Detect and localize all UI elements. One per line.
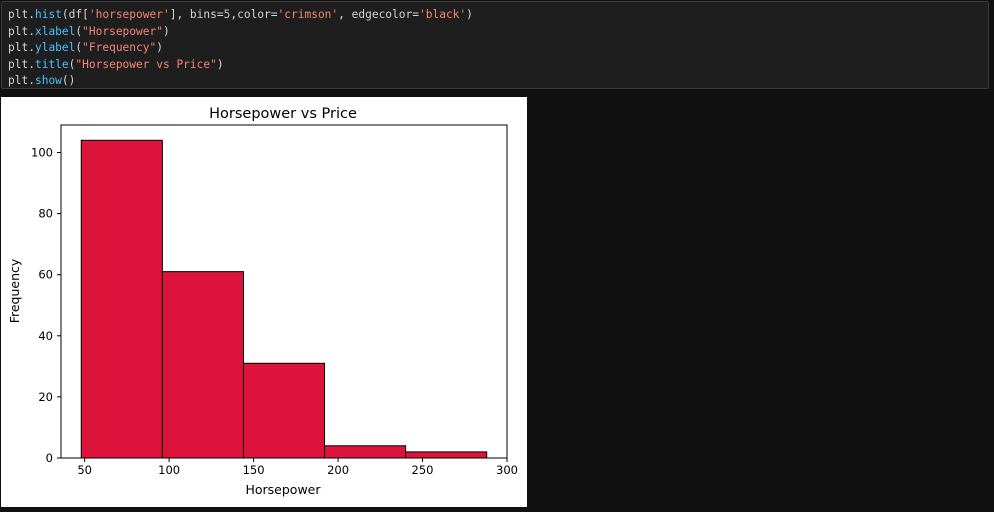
x-ticks: 50 100 150 200 250 300 <box>77 458 518 477</box>
y-tick-label: 80 <box>38 207 53 221</box>
x-tick-label: 100 <box>158 463 180 477</box>
code-token: ,color <box>230 8 271 21</box>
code-token: . <box>28 41 35 55</box>
code-token: ylabel <box>34 41 76 55</box>
x-tick-label: 250 <box>412 463 434 477</box>
code-cell[interactable]: plt.hist(df['horsepower'], bins=5,color=… <box>1 1 989 89</box>
y-tick-label: 40 <box>38 329 53 343</box>
code-line: plt.title("Horsepower vs Price") <box>8 57 982 74</box>
code-token: (df[ <box>61 8 89 21</box>
code-editor[interactable]: plt.hist(df['horsepower'], bins=5,color=… <box>8 7 982 90</box>
code-token: 'black' <box>419 8 467 21</box>
code-token: ) <box>216 57 224 71</box>
y-tick-label: 0 <box>46 451 53 465</box>
x-tick-label: 300 <box>496 463 518 477</box>
code-line: plt.xlabel("Horsepower") <box>8 24 982 41</box>
code-token: "Horsepower" <box>82 24 163 38</box>
code-line: plt.show() <box>8 73 982 90</box>
code-token: title <box>34 57 69 71</box>
histogram-bar <box>242 362 326 459</box>
code-token: show <box>34 74 62 88</box>
code-token: xlabel <box>34 24 76 38</box>
histogram-bar <box>80 139 163 459</box>
code-token: plt <box>8 41 29 55</box>
code-token: 'crimson' <box>277 8 339 21</box>
x-tick-label: 50 <box>77 463 92 477</box>
code-token: plt <box>8 74 29 88</box>
code-token: , edgecolor <box>338 8 413 21</box>
histogram-chart: Horsepower vs Price 50 100 150 200 250 300 0 2… <box>7 106 518 497</box>
code-token: . <box>28 8 35 21</box>
code-token: hist <box>34 8 62 21</box>
chart-title: Horsepower vs Price <box>209 106 357 122</box>
histogram-bar <box>161 271 244 459</box>
output-area: Horsepower vs Price 50 100 150 200 250 300 0 2… <box>1 97 527 507</box>
code-token: plt <box>8 8 29 21</box>
x-tick-label: 200 <box>327 463 349 477</box>
code-token: = <box>216 8 224 21</box>
y-ticks: 0 20 40 60 80 100 <box>31 145 61 465</box>
x-axis-label: Horsepower <box>245 482 321 497</box>
code-token: ) <box>466 8 473 21</box>
code-line: plt.ylabel("Frequency") <box>8 40 982 57</box>
code-token: = <box>412 8 419 21</box>
code-token: plt <box>8 24 29 38</box>
code-token: ], bins <box>169 8 217 21</box>
code-token: . <box>28 24 35 38</box>
y-tick-label: 20 <box>38 390 53 404</box>
y-tick-label: 60 <box>38 268 53 282</box>
code-token: . <box>28 57 35 71</box>
code-token: ) <box>156 41 163 55</box>
y-axis-label: Frequency <box>7 258 22 323</box>
code-line: plt.hist(df['horsepower'], bins=5,color=… <box>8 7 982 24</box>
code-token: "Horsepower vs Price" <box>75 57 217 71</box>
histogram-bar <box>405 451 488 459</box>
x-tick-label: 150 <box>243 463 265 477</box>
code-token: = <box>270 8 278 21</box>
code-token: . <box>28 74 35 88</box>
code-token: plt <box>8 57 29 71</box>
code-token: "Frequency" <box>82 41 157 55</box>
code-token: () <box>61 74 76 88</box>
bars-group <box>80 139 488 459</box>
code-token: ) <box>162 24 170 38</box>
histogram-bar <box>324 445 407 459</box>
y-tick-label: 100 <box>31 145 53 159</box>
code-token: 'horsepower' <box>88 8 170 21</box>
